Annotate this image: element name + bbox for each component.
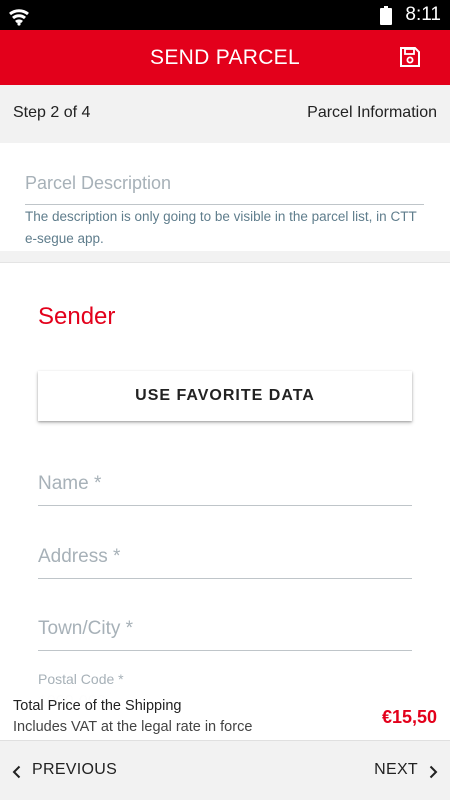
status-bar: 8:11 — [0, 0, 450, 30]
save-icon[interactable] — [399, 46, 421, 68]
next-button[interactable]: NEXT — [330, 741, 450, 800]
price-summary: Total Price of the Shipping Includes VAT… — [0, 694, 450, 740]
parcel-description-input[interactable] — [25, 165, 424, 205]
chevron-right-icon — [429, 765, 438, 779]
price-label: Total Price of the Shipping — [13, 698, 182, 714]
previous-button[interactable]: PREVIOUS — [0, 741, 160, 800]
battery-icon — [380, 6, 392, 25]
status-time: 8:11 — [405, 4, 441, 25]
chevron-left-icon — [12, 765, 21, 779]
bottom-navigation: PREVIOUS NEXT — [0, 740, 450, 800]
previous-label: PREVIOUS — [32, 761, 118, 778]
section-divider — [0, 251, 450, 263]
parcel-description-help: The description is only going to be visi… — [25, 209, 417, 246]
page-title: SEND PARCEL — [150, 46, 300, 69]
town-city-field[interactable] — [38, 607, 412, 651]
wifi-icon — [9, 9, 29, 26]
postal-code-label: Postal Code * — [38, 671, 124, 687]
section-name: Parcel Information — [307, 104, 437, 121]
sender-heading: Sender — [38, 303, 116, 330]
parcel-description-section: The description is only going to be visi… — [0, 143, 450, 251]
price-note: Includes VAT at the legal rate in force — [13, 719, 253, 735]
step-bar: Step 2 of 4 Parcel Information — [0, 85, 450, 143]
app-bar: SEND PARCEL — [0, 30, 450, 85]
use-favorite-data-button[interactable]: USE FAVORITE DATA — [38, 371, 412, 421]
total-price: €15,50 — [381, 707, 437, 727]
name-field[interactable] — [38, 462, 412, 506]
step-indicator: Step 2 of 4 — [13, 104, 91, 121]
next-label: NEXT — [374, 761, 418, 778]
address-field[interactable] — [38, 535, 412, 579]
